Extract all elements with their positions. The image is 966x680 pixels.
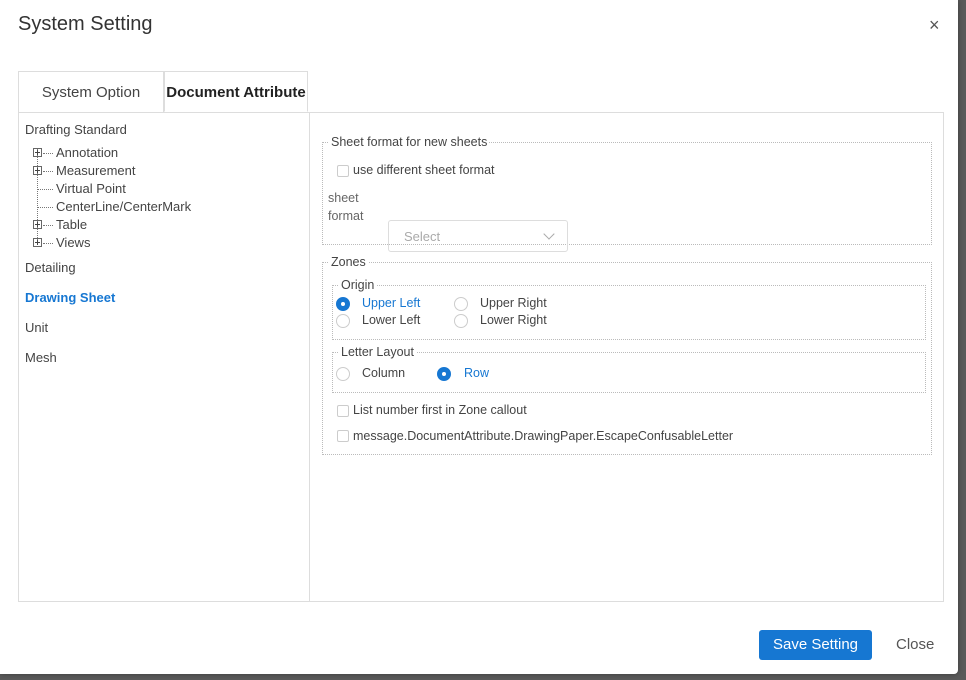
sheet-format-label-2: format — [328, 209, 364, 223]
origin-upper-left-label: Upper Left — [362, 296, 421, 310]
origin-lower-left-label: Lower Left — [362, 313, 421, 327]
origin-legend: Origin — [339, 278, 377, 292]
close-icon[interactable]: × — [929, 15, 940, 35]
origin-fieldset: Origin Upper Left Upper Right Lower Left… — [332, 278, 926, 340]
use-different-format-label: use different sheet format — [353, 163, 495, 177]
origin-upper-left-radio[interactable] — [336, 297, 350, 311]
letter-layout-legend: Letter Layout — [339, 345, 416, 359]
tree-item-label: Measurement — [56, 163, 136, 178]
sidebar-item-drawing-sheet[interactable]: Drawing Sheet — [25, 290, 115, 305]
expand-icon[interactable] — [33, 238, 42, 247]
save-setting-button[interactable]: Save Setting — [759, 630, 872, 660]
sidebar-item-detailing[interactable]: Detailing — [25, 260, 76, 275]
origin-upper-right-radio[interactable] — [454, 297, 468, 311]
dialog-title: System Setting — [18, 13, 153, 35]
sidebar-item-mesh[interactable]: Mesh — [25, 350, 57, 365]
sheet-format-select[interactable]: Select — [388, 220, 568, 252]
layout-column-label: Column — [362, 366, 406, 380]
tab-system-option[interactable]: System Option — [18, 71, 164, 112]
list-number-checkbox[interactable] — [337, 405, 349, 417]
layout-column-radio[interactable] — [336, 367, 350, 381]
origin-lower-right-radio[interactable] — [454, 314, 468, 328]
expand-icon[interactable] — [33, 220, 42, 229]
escape-confusable-label: message.DocumentAttribute.DrawingPaper.E… — [353, 429, 734, 443]
zones-legend: Zones — [329, 255, 368, 269]
settings-panel: Drafting Standard Annotation Measurement… — [18, 112, 944, 602]
zones-fieldset: Zones Origin Upper Left Upper Right Lowe… — [322, 255, 932, 455]
close-button[interactable]: Close — [896, 636, 934, 653]
sidebar: Drafting Standard Annotation Measurement… — [19, 113, 310, 601]
tree-item-label: Virtual Point — [56, 181, 126, 196]
tree-item-label: Table — [56, 217, 88, 232]
escape-confusable-checkbox[interactable] — [337, 430, 349, 442]
tree-item-label: CenterLine/CenterMark — [56, 199, 192, 214]
layout-row-label: Row — [464, 366, 490, 380]
origin-lower-right-label: Lower Right — [480, 313, 547, 327]
select-placeholder: Select — [404, 229, 441, 244]
chevron-down-icon — [543, 228, 555, 240]
system-setting-dialog: System Setting × System Option Document … — [0, 0, 958, 674]
sidebar-item-drafting-standard[interactable]: Drafting Standard — [25, 122, 127, 137]
list-number-label: List number first in Zone callout — [353, 403, 527, 417]
use-different-format-checkbox[interactable] — [337, 165, 349, 177]
sheet-format-label: sheet — [328, 191, 359, 205]
tab-document-attribute[interactable]: Document Attribute — [164, 71, 308, 112]
tree-item-label: Views — [56, 235, 91, 250]
origin-lower-left-radio[interactable] — [336, 314, 350, 328]
letter-layout-fieldset: Letter Layout Column Row — [332, 345, 926, 393]
layout-row-radio[interactable] — [437, 367, 451, 381]
expand-icon[interactable] — [33, 148, 42, 157]
origin-upper-right-label: Upper Right — [480, 296, 547, 310]
sidebar-item-unit[interactable]: Unit — [25, 320, 48, 335]
sheet-format-legend: Sheet format for new sheets — [329, 135, 490, 149]
expand-icon[interactable] — [33, 166, 42, 175]
tree-item-label: Annotation — [56, 145, 119, 160]
sheet-format-fieldset: Sheet format for new sheets use differen… — [322, 135, 932, 252]
